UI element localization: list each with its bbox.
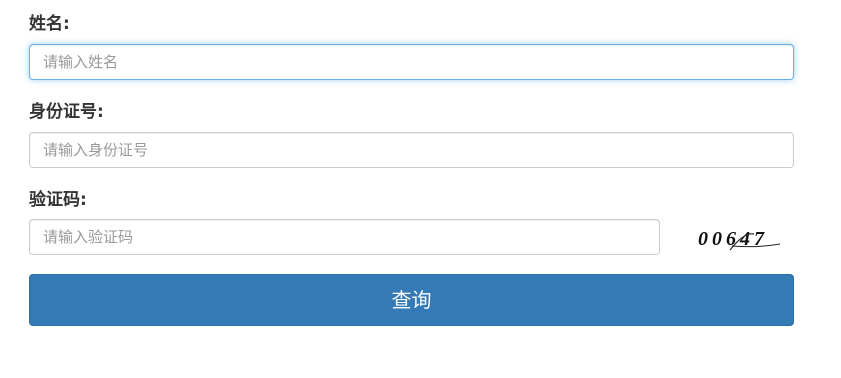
- captcha-label: 验证码:: [29, 190, 87, 210]
- name-label: 姓名:: [29, 14, 70, 34]
- id-number-label: 身份证号:: [29, 102, 104, 122]
- search-button[interactable]: 查询: [29, 274, 794, 326]
- id-number-input[interactable]: [29, 132, 794, 168]
- captcha-image[interactable]: 00647: [692, 222, 788, 254]
- captcha-input[interactable]: [29, 219, 660, 255]
- captcha-image-graphic: 00647: [698, 228, 781, 251]
- name-input[interactable]: [29, 44, 794, 80]
